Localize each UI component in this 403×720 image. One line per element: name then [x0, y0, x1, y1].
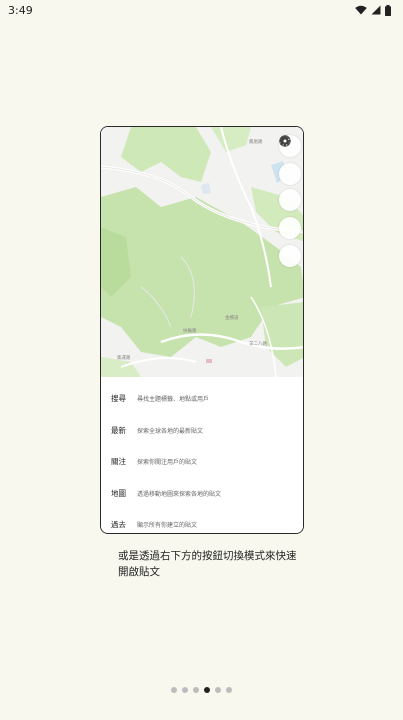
status-icons [355, 4, 391, 16]
map-road-label: 鳳凰路 [249, 138, 263, 145]
map-graphic: 鳳凰路 扶輪路 金橋道 羊二八路 集運路 [101, 127, 303, 377]
map-road-label: 金橋道 [225, 314, 239, 321]
tip-description: 尋找主題標籤、地點或用戶 [137, 396, 210, 404]
battery-icon [385, 4, 391, 16]
tip-row-past: 過去 顯示所有你建立的貼文 [101, 509, 303, 533]
tip-row-search: 搜尋 尋找主題標籤、地點或用戶 [101, 383, 303, 415]
signal-icon [371, 5, 381, 15]
status-bar: 3:49 [0, 0, 403, 20]
map-road-label: 羊二八路 [249, 340, 267, 347]
page-dot[interactable] [215, 687, 221, 693]
tip-label: 搜尋 [111, 394, 126, 404]
page-dot[interactable] [193, 687, 199, 693]
tip-description: 顯示所有你建立的貼文 [137, 522, 198, 530]
profile-button[interactable] [279, 135, 301, 185]
tip-description: 探索全球各地的最新貼文 [137, 427, 204, 435]
map-preview: 鳳凰路 扶輪路 金橋道 羊二八路 集運路 [101, 127, 303, 377]
tip-row-map: 地圖 透過移動地圖來探索各地的貼文 [101, 478, 303, 510]
map-side-buttons [279, 135, 301, 267]
messages-button[interactable] [279, 136, 301, 211]
tip-label: 關注 [111, 457, 126, 467]
page-dot[interactable] [171, 687, 177, 693]
tip-row-latest: 最新 探索全球各地的最新貼文 [101, 415, 303, 447]
pagination-dots [0, 684, 403, 696]
map-road-label: 扶輪路 [183, 327, 197, 334]
feature-tips-list: 搜尋 尋找主題標籤、地點或用戶 最新 探索全球各地的最新貼文 關注 探索你關注用… [101, 377, 303, 533]
map-road-label: 集運路 [117, 354, 131, 361]
tip-description: 透過移動地圖來探索各地的貼文 [137, 490, 222, 498]
phone-preview-card: 鳳凰路 扶輪路 金橋道 羊二八路 集運路 搜尋 尋找主題標籤、地點或用戶 最新 … [100, 126, 304, 534]
page-dot[interactable] [182, 687, 188, 693]
gear-icon [279, 135, 291, 147]
page-dot-active[interactable] [204, 687, 210, 693]
tip-label: 地圖 [111, 488, 126, 498]
status-time: 3:49 [8, 3, 33, 17]
tip-label: 最新 [111, 425, 126, 435]
wifi-icon [355, 5, 367, 15]
page-dot[interactable] [226, 687, 232, 693]
onboarding-caption: 或是透過右下方的按鈕切換模式來快速開啟貼文 [118, 550, 297, 578]
tip-label: 過去 [111, 520, 126, 530]
tip-row-following: 關注 探索你關注用戶的貼文 [101, 446, 303, 478]
settings-button[interactable] [279, 135, 301, 267]
tip-description: 探索你關注用戶的貼文 [137, 459, 198, 467]
favorites-button[interactable] [279, 135, 301, 239]
